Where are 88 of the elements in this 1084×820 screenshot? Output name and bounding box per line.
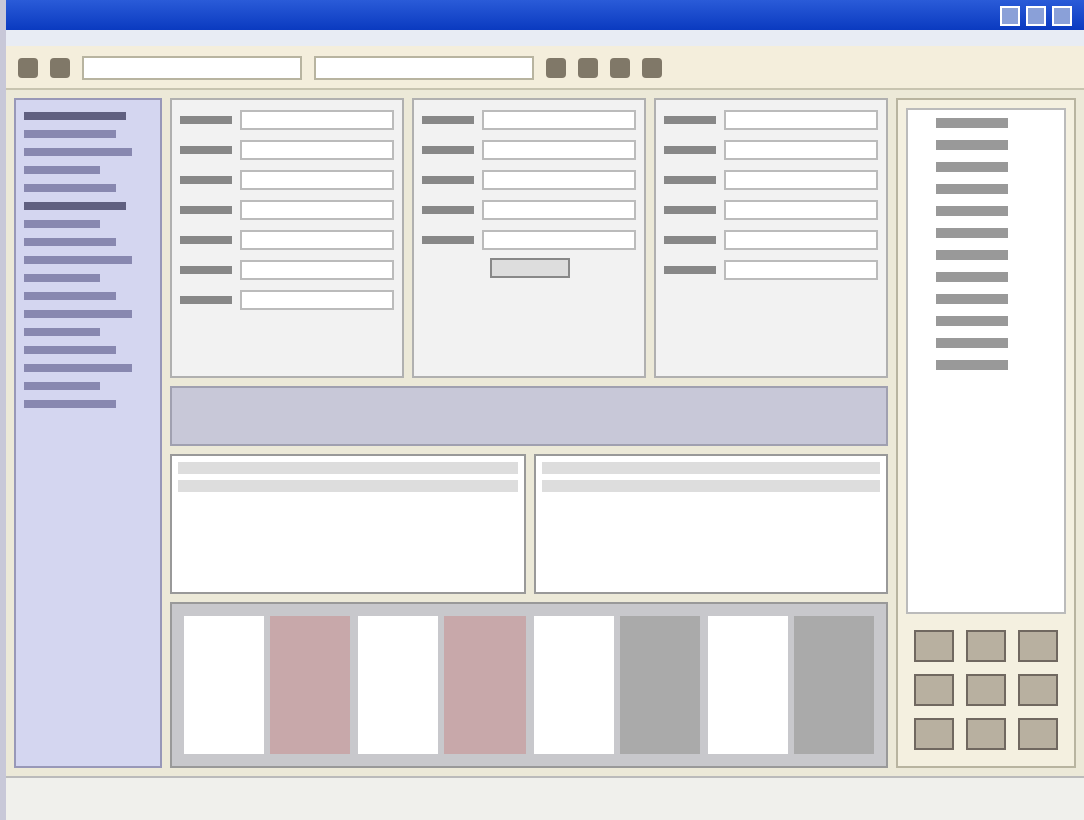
sidebar-link[interactable] [24, 274, 101, 282]
field-label [664, 175, 716, 183]
sidebar-link[interactable] [24, 256, 132, 264]
sidebar-link[interactable] [24, 400, 117, 408]
sidebar-link[interactable] [24, 328, 101, 336]
label-column [184, 616, 265, 754]
tree-node[interactable] [936, 206, 1008, 216]
tree-node[interactable] [936, 360, 1008, 370]
keypad-key[interactable] [914, 674, 954, 706]
field-label [180, 235, 232, 243]
keypad-key[interactable] [966, 718, 1006, 750]
field-label [180, 175, 232, 183]
field-label [180, 205, 232, 213]
sidebar-link[interactable] [24, 148, 132, 156]
keypad-key[interactable] [966, 674, 1006, 706]
label-column [358, 616, 439, 754]
field-label [664, 265, 716, 273]
input-field[interactable] [724, 139, 878, 159]
keypad-key[interactable] [914, 718, 954, 750]
input-field[interactable] [240, 229, 394, 249]
list-row[interactable] [541, 462, 880, 474]
keypad-key[interactable] [914, 630, 954, 662]
field-label [664, 235, 716, 243]
keypad-key[interactable] [1018, 718, 1058, 750]
maximize-icon[interactable] [1026, 5, 1046, 25]
tree-node[interactable] [936, 338, 1008, 348]
minimize-icon[interactable] [1000, 5, 1020, 25]
field-label [664, 115, 716, 123]
field-label [664, 145, 716, 153]
toolbar-field[interactable] [314, 55, 534, 79]
sidebar-heading [24, 112, 127, 120]
tree-node[interactable] [936, 294, 1008, 304]
input-field[interactable] [240, 169, 394, 189]
keypad-key[interactable] [1018, 630, 1058, 662]
sidebar-link[interactable] [24, 310, 132, 318]
keypad-key[interactable] [1018, 674, 1058, 706]
input-field[interactable] [724, 229, 878, 249]
field-label [180, 295, 232, 303]
input-field[interactable] [482, 139, 636, 159]
input-field[interactable] [724, 199, 878, 219]
tree-node[interactable] [936, 118, 1008, 128]
field-label [422, 175, 474, 183]
label-column [707, 616, 788, 754]
input-field[interactable] [482, 229, 636, 249]
sidebar-link[interactable] [24, 346, 117, 354]
field-label [422, 235, 474, 243]
sidebar-link[interactable] [24, 364, 132, 372]
sidebar-link[interactable] [24, 220, 101, 228]
tree-node[interactable] [936, 184, 1008, 194]
sidebar-heading [24, 202, 127, 210]
field-label [180, 145, 232, 153]
field-label [180, 265, 232, 273]
close-icon[interactable] [1052, 5, 1072, 25]
list-row[interactable] [178, 462, 517, 474]
tree-node[interactable] [936, 228, 1008, 238]
field-label [422, 145, 474, 153]
input-field[interactable] [240, 109, 394, 129]
input-field[interactable] [240, 289, 394, 309]
sidebar-link[interactable] [24, 184, 117, 192]
sidebar-link[interactable] [24, 130, 117, 138]
field-label [422, 205, 474, 213]
tree-node[interactable] [936, 162, 1008, 172]
input-field[interactable] [724, 169, 878, 189]
sidebar-link[interactable] [24, 292, 117, 300]
keypad-key[interactable] [966, 630, 1006, 662]
label-column [533, 616, 614, 754]
input-field[interactable] [724, 109, 878, 129]
sidebar-link[interactable] [24, 382, 101, 390]
input-field[interactable] [482, 199, 636, 219]
field-label [664, 205, 716, 213]
list-row[interactable] [541, 480, 880, 492]
sidebar-link[interactable] [24, 166, 101, 174]
input-field[interactable] [240, 199, 394, 219]
list-row[interactable] [178, 480, 517, 492]
input-field[interactable] [724, 259, 878, 279]
toolbar-field[interactable] [82, 55, 302, 79]
input-field[interactable] [482, 109, 636, 129]
tree-node[interactable] [936, 140, 1008, 150]
field-label [422, 115, 474, 123]
field-label [180, 115, 232, 123]
tree-node[interactable] [936, 316, 1008, 326]
form-button[interactable] [489, 258, 569, 278]
tree-node[interactable] [936, 250, 1008, 260]
input-field[interactable] [482, 169, 636, 189]
tree-node[interactable] [936, 272, 1008, 282]
sidebar-link[interactable] [24, 238, 117, 246]
input-field[interactable] [240, 259, 394, 279]
input-field[interactable] [240, 139, 394, 159]
